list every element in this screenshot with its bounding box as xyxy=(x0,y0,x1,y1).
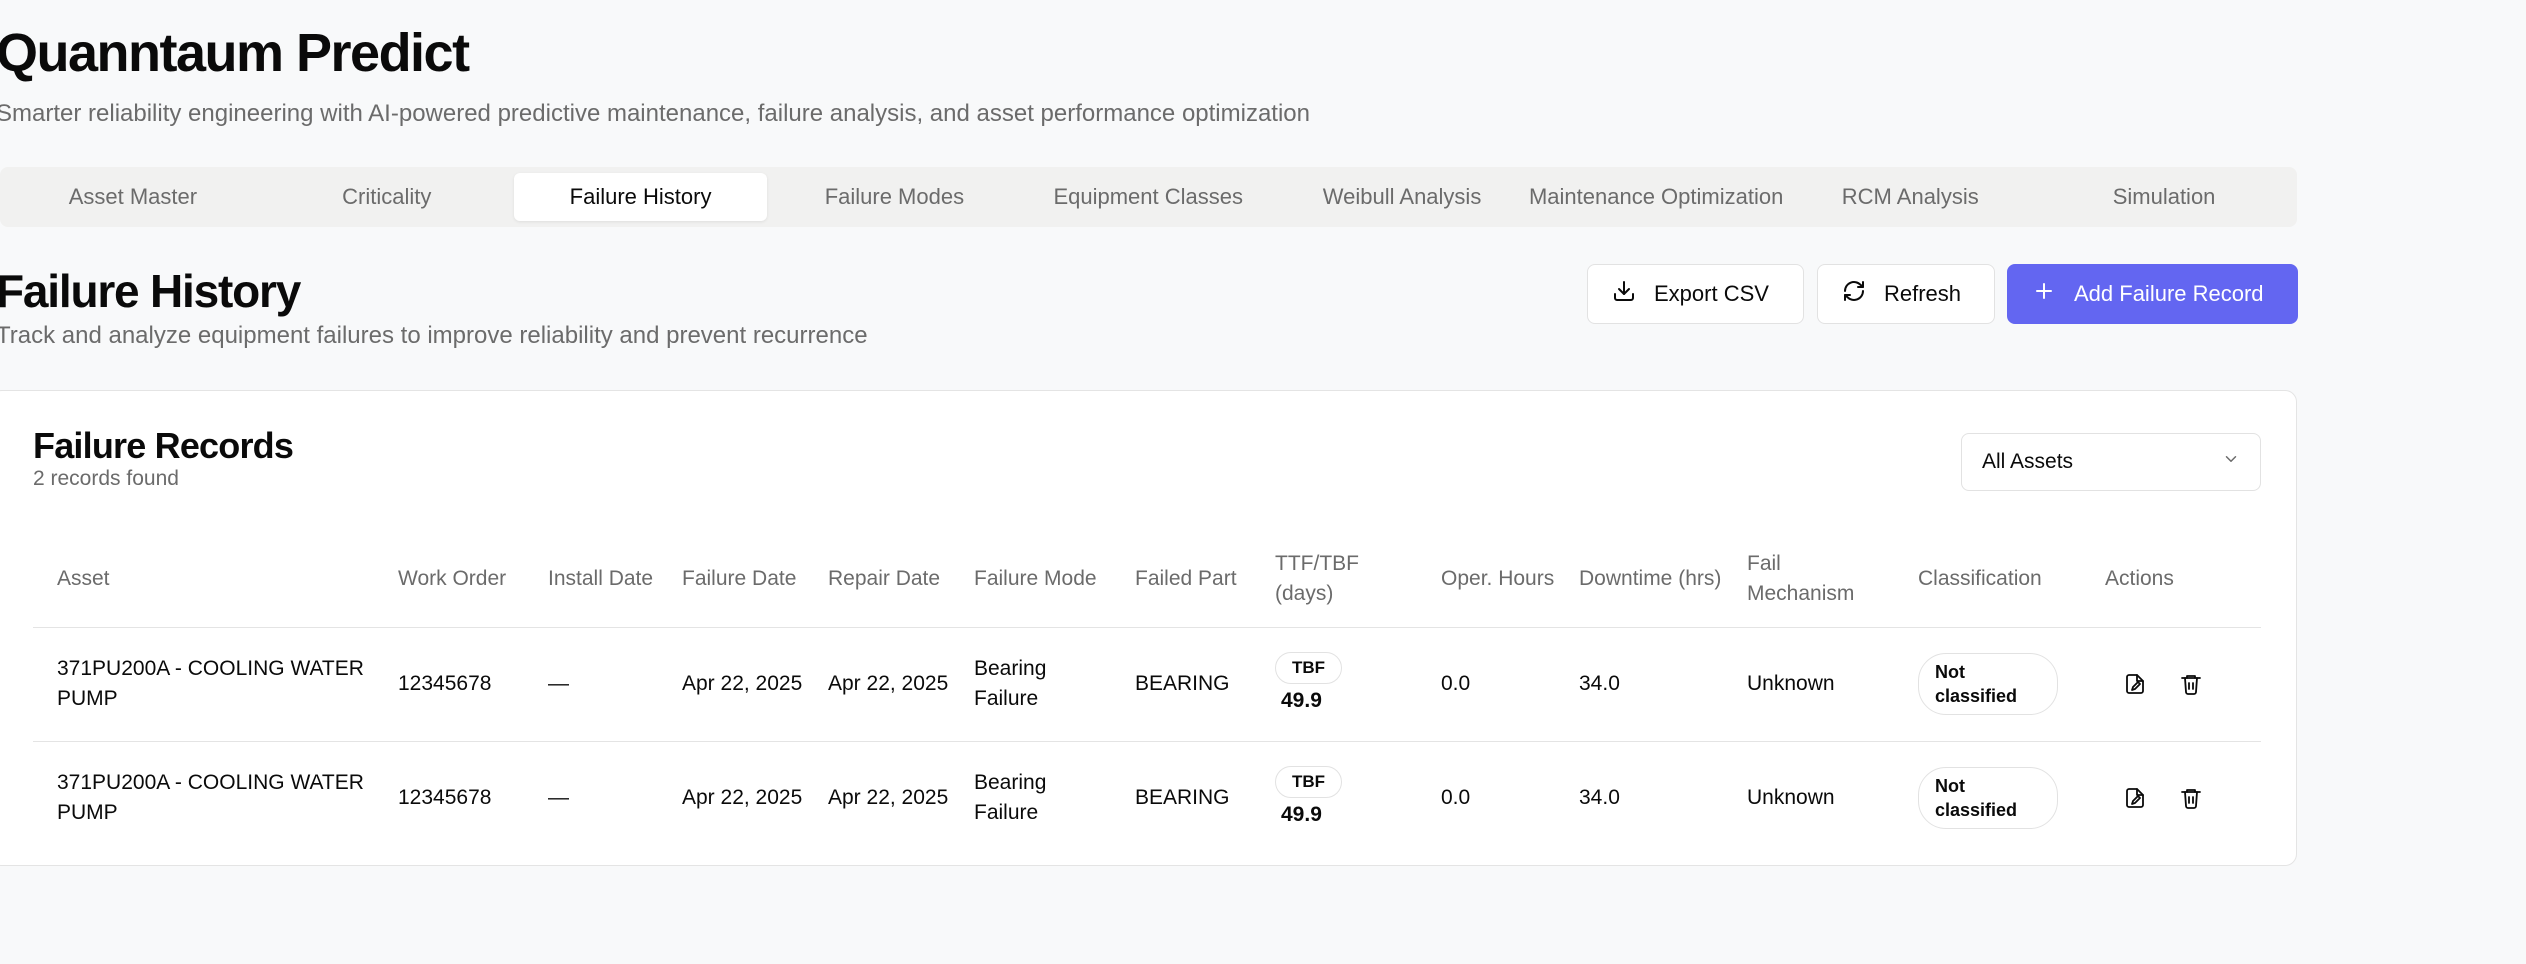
cell-install-date: — xyxy=(548,672,569,695)
cell-failure-mode: Bearing Failure xyxy=(950,740,1111,855)
header-asset: Asset xyxy=(33,531,374,628)
cell-ttf-tbf: TBF 49.9 xyxy=(1251,627,1417,741)
header-work-order: Work Order xyxy=(374,531,524,628)
failure-records-card: Failure Records 2 records found All Asse… xyxy=(0,390,2297,866)
trash-icon[interactable] xyxy=(2171,778,2211,818)
cell-classification: Not classified xyxy=(1894,627,2081,741)
table-row[interactable]: 371PU200A - COOLING WATER PUMP 12345678 … xyxy=(33,740,2261,855)
tab-weibull-analysis[interactable]: Weibull Analysis xyxy=(1275,173,1529,221)
tab-simulation[interactable]: Simulation xyxy=(2037,173,2291,221)
classification-badge: Not classified xyxy=(1918,653,2058,715)
cell-repair-date: Apr 22, 2025 xyxy=(804,740,950,855)
download-icon xyxy=(1612,279,1636,309)
ttf-type-badge: TBF xyxy=(1275,766,1343,799)
cell-failed-part: BEARING xyxy=(1111,740,1251,855)
cell-fail-mechanism: Unknown xyxy=(1747,672,1835,695)
edit-record-icon[interactable] xyxy=(2115,778,2155,818)
header-failed-part: Failed Part xyxy=(1111,531,1251,628)
card-title: Failure Records xyxy=(33,425,294,466)
header-classification: Classification xyxy=(1894,531,2081,628)
cell-oper-hours: 0.0 xyxy=(1417,740,1555,855)
cell-actions xyxy=(2081,740,2261,855)
app-title: Quanntaum Predict xyxy=(0,23,470,83)
header-failure-mode: Failure Mode xyxy=(950,531,1111,628)
failure-records-table: Asset Work Order Install Date Failure Da… xyxy=(33,531,2261,855)
tab-maintenance-optimization[interactable]: Maintenance Optimization xyxy=(1529,173,1783,221)
ttf-type-badge: TBF xyxy=(1275,652,1343,684)
table-row[interactable]: 371PU200A - COOLING WATER PUMP 12345678 … xyxy=(33,627,2261,741)
tab-failure-history[interactable]: Failure History xyxy=(513,173,768,221)
header-repair-date: Repair Date xyxy=(804,531,950,628)
record-count: 2 records found xyxy=(33,467,179,490)
header-fail-mechanism: Fail Mechanism xyxy=(1723,531,1894,628)
cell-fail-mechanism: Unknown xyxy=(1723,740,1894,855)
edit-record-icon[interactable] xyxy=(2115,664,2155,704)
cell-failure-mode: Bearing Failure xyxy=(974,657,1047,710)
add-failure-record-button[interactable]: Add Failure Record xyxy=(2007,264,2298,324)
header-failure-date: Failure Date xyxy=(658,531,804,628)
cell-failure-date: Apr 22, 2025 xyxy=(682,672,803,695)
plus-icon xyxy=(2032,279,2056,309)
cell-work-order: 12345678 xyxy=(398,672,492,695)
cell-actions xyxy=(2081,627,2261,741)
ttf-value: 49.9 xyxy=(1281,689,1322,712)
cell-work-order: 12345678 xyxy=(374,740,524,855)
tab-failure-modes[interactable]: Failure Modes xyxy=(767,173,1021,221)
export-csv-label: Export CSV xyxy=(1654,281,1769,306)
refresh-label: Refresh xyxy=(1884,281,1962,306)
tab-rcm-analysis[interactable]: RCM Analysis xyxy=(1783,173,2037,221)
refresh-icon xyxy=(1842,279,1866,309)
cell-ttf-tbf: TBF 49.9 xyxy=(1251,740,1417,855)
cell-repair-date: Apr 22, 2025 xyxy=(828,672,949,695)
chevron-down-icon xyxy=(2222,450,2240,474)
cell-failure-date: Apr 22, 2025 xyxy=(658,740,804,855)
table-header-row: Asset Work Order Install Date Failure Da… xyxy=(33,531,2261,628)
tab-asset-master[interactable]: Asset Master xyxy=(6,173,260,221)
cell-failed-part: BEARING xyxy=(1135,672,1230,695)
section-subtitle: Track and analyze equipment failures to … xyxy=(0,322,868,349)
header-actions: Actions xyxy=(2081,531,2261,628)
app-subtitle: Smarter reliability engineering with AI-… xyxy=(0,100,1310,127)
classification-badge: Not classified xyxy=(1918,767,2058,830)
header-oper-hours: Oper. Hours xyxy=(1417,531,1555,628)
tab-criticality[interactable]: Criticality xyxy=(260,173,514,221)
asset-filter-value: All Assets xyxy=(1982,450,2074,473)
tab-bar: Asset Master Criticality Failure History… xyxy=(0,167,2297,227)
trash-icon[interactable] xyxy=(2171,664,2211,704)
refresh-button[interactable]: Refresh xyxy=(1817,264,1995,324)
add-failure-record-label: Add Failure Record xyxy=(2074,281,2264,306)
tab-equipment-classes[interactable]: Equipment Classes xyxy=(1021,173,1275,221)
header-downtime: Downtime (hrs) xyxy=(1555,531,1723,628)
export-csv-button[interactable]: Export CSV xyxy=(1587,264,1804,324)
cell-classification: Not classified xyxy=(1894,740,2081,855)
header-ttf-tbf: TTF/TBF (days) xyxy=(1251,531,1417,628)
asset-filter-select[interactable]: All Assets xyxy=(1961,433,2261,491)
cell-downtime: 34.0 xyxy=(1555,740,1723,855)
header-install-date: Install Date xyxy=(524,531,658,628)
cell-asset: 371PU200A - COOLING WATER PUMP xyxy=(33,740,374,855)
cell-oper-hours: 0.0 xyxy=(1441,672,1471,695)
cell-asset: 371PU200A - COOLING WATER PUMP xyxy=(57,657,364,710)
section-title: Failure History xyxy=(0,265,301,317)
cell-downtime: 34.0 xyxy=(1579,672,1620,695)
ttf-value: 49.9 xyxy=(1281,803,1322,827)
cell-install-date: — xyxy=(524,740,658,855)
